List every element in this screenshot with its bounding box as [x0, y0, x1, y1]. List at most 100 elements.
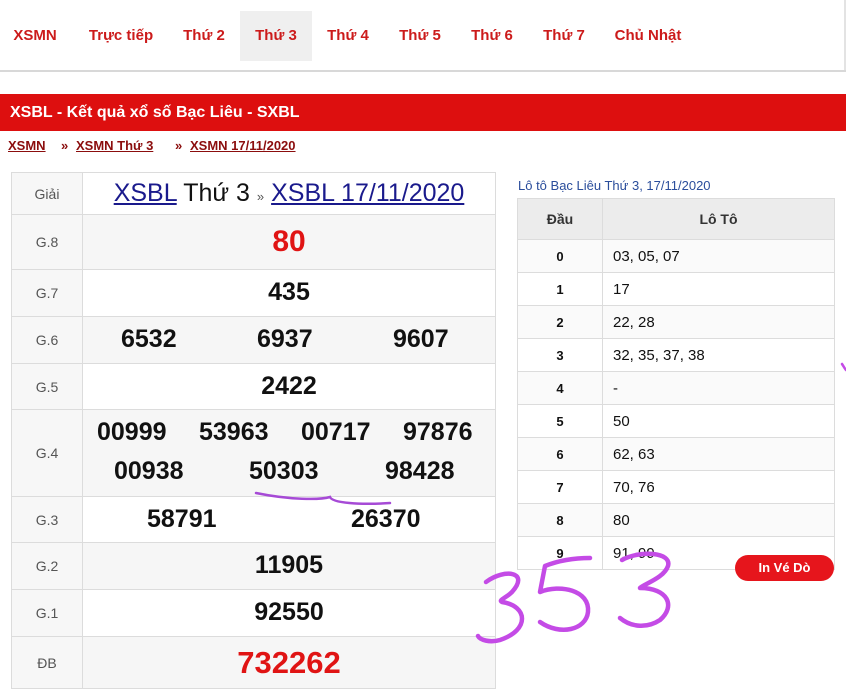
- loto-values: 50: [602, 404, 835, 438]
- loto-dau: 2: [517, 305, 603, 339]
- prize-g2: 11905: [82, 542, 496, 590]
- loto-header-loto: Lô Tô: [602, 198, 835, 240]
- table-row: G.3 58791 26370: [11, 496, 496, 543]
- print-ticket-button[interactable]: In Vé Dò: [735, 555, 834, 581]
- table-row: Đầu Lô Tô: [517, 198, 835, 240]
- prize-number: 97876: [403, 418, 473, 446]
- prize-number: 6532: [121, 325, 177, 353]
- prize-number: 11905: [254, 551, 324, 579]
- breadcrumb-separator: »: [61, 138, 69, 153]
- tab-thu-6[interactable]: Thứ 6: [462, 11, 522, 61]
- breadcrumb-xsmn-thu-3[interactable]: XSMN Thứ 3: [76, 138, 153, 153]
- tab-thu-7[interactable]: Thứ 7: [534, 11, 594, 61]
- loto-table: Đầu Lô Tô 0 03, 05, 07 1 17 2 22, 28 3 32, 3…: [517, 198, 835, 570]
- prize-g3: 58791 26370: [82, 496, 496, 543]
- table-row: G.6 6532 6937 9607: [11, 316, 496, 364]
- tab-thu-4[interactable]: Thứ 4: [318, 11, 378, 61]
- breadcrumb-separator: »: [175, 138, 183, 153]
- loto-values: 22, 28: [602, 305, 835, 339]
- page-title: XSBL - Kết quả xổ số Bạc Liêu - SXBL: [0, 94, 846, 131]
- loto-values: 17: [602, 272, 835, 306]
- table-row: 7 70, 76: [517, 470, 835, 504]
- title-link-date[interactable]: XSBL 17/11/2020: [271, 179, 464, 207]
- prize-label: G.1: [11, 589, 83, 637]
- loto-values: 03, 05, 07: [602, 239, 835, 273]
- prize-g5: 2422: [82, 363, 496, 410]
- prize-label: G.4: [11, 409, 83, 497]
- prize-label: G.2: [11, 542, 83, 590]
- table-row: ĐB 732262: [11, 636, 496, 689]
- prize-g7: 435: [82, 269, 496, 317]
- loto-dau: 5: [517, 404, 603, 438]
- prize-number: 2422: [261, 372, 317, 400]
- prize-g1: 92550: [82, 589, 496, 637]
- tab-thu-5[interactable]: Thứ 5: [390, 11, 450, 61]
- tab-chu-nhat[interactable]: Chủ Nhật: [606, 11, 690, 61]
- prize-label: G.5: [11, 363, 83, 410]
- loto-dau: 4: [517, 371, 603, 405]
- table-row: Giải XSBL Thứ 3 » XSBL 17/11/2020: [11, 172, 496, 215]
- loto-values: 62, 63: [602, 437, 835, 471]
- loto-dau: 7: [517, 470, 603, 504]
- prize-label: G.8: [11, 214, 83, 270]
- table-row: G.4 00999 53963 00717 97876 00938 50303 …: [11, 409, 496, 497]
- table-row: 1 17: [517, 272, 835, 306]
- loto-dau: 8: [517, 503, 603, 537]
- table-row: 5 50: [517, 404, 835, 438]
- table-row: 0 03, 05, 07: [517, 239, 835, 273]
- prize-number: 80: [272, 225, 306, 258]
- table-row: 4-: [517, 371, 835, 405]
- prize-number: 00717: [301, 418, 371, 446]
- loto-dau: 3: [517, 338, 603, 372]
- results-table: Giải XSBL Thứ 3 » XSBL 17/11/2020 G.8 80…: [11, 172, 496, 689]
- loto-values: 70, 76: [602, 470, 835, 504]
- title-link-xsbl[interactable]: XSBL: [114, 179, 177, 207]
- table-row: 8 80: [517, 503, 835, 537]
- breadcrumb-xsmn[interactable]: XSMN: [8, 138, 46, 153]
- prize-number: 435: [268, 278, 310, 306]
- prize-number: 26370: [351, 505, 421, 533]
- prize-label: G.3: [11, 496, 83, 543]
- loto-header-dau: Đầu: [517, 198, 603, 240]
- tab-xsmn[interactable]: XSMN: [4, 11, 66, 61]
- table-row: G.8 80: [11, 214, 496, 270]
- prize-special: 732262: [82, 636, 496, 689]
- tab-thu-2[interactable]: Thứ 2: [172, 11, 236, 61]
- prize-label: G.6: [11, 316, 83, 364]
- table-row: 2 22, 28: [517, 305, 835, 339]
- prize-number: 50303: [249, 457, 319, 485]
- prize-number: 53963: [199, 418, 269, 446]
- table-row: G.2 11905: [11, 542, 496, 590]
- title-separator: »: [256, 189, 265, 204]
- table-row: G.5 2422: [11, 363, 496, 410]
- table-row: 3 32, 35, 37, 38: [517, 338, 835, 372]
- loto-caption: Lô tô Bạc Liêu Thứ 3, 17/11/2020: [518, 178, 711, 193]
- loto-dau: 1: [517, 272, 603, 306]
- table-row: G.1 92550: [11, 589, 496, 637]
- prize-label: G.7: [11, 269, 83, 317]
- prize-number: 732262: [237, 645, 341, 680]
- prize-label: ĐB: [11, 636, 83, 689]
- loto-values: 80: [602, 503, 835, 537]
- prize-number: 58791: [147, 505, 217, 533]
- prize-number: 6937: [257, 325, 313, 353]
- prize-number: 9607: [393, 325, 449, 353]
- tab-thu-3[interactable]: Thứ 3: [240, 11, 312, 61]
- handwritten-mark: [840, 362, 846, 372]
- table-row: 6 62, 63: [517, 437, 835, 471]
- prize-g6: 6532 6937 9607: [82, 316, 496, 364]
- prize-g4: 00999 53963 00717 97876 00938 50303 9842…: [82, 409, 496, 497]
- results-title: XSBL Thứ 3 » XSBL 17/11/2020: [82, 172, 496, 215]
- top-nav: XSMN Trực tiếp Thứ 2 Thứ 3 Thứ 4 Thứ 5 T…: [0, 0, 846, 72]
- table-row: G.7 435: [11, 269, 496, 317]
- loto-dau: 6: [517, 437, 603, 471]
- prize-number: 00999: [97, 418, 167, 446]
- prize-number: 00938: [114, 457, 184, 485]
- loto-values: -: [602, 371, 835, 405]
- prize-label-header: Giải: [11, 172, 83, 215]
- tab-truc-tiep[interactable]: Trực tiếp: [80, 11, 162, 61]
- loto-values: 32, 35, 37, 38: [602, 338, 835, 372]
- loto-dau: 9: [517, 536, 603, 570]
- breadcrumb-xsmn-date[interactable]: XSMN 17/11/2020: [190, 138, 296, 153]
- prize-number: 98428: [385, 457, 455, 485]
